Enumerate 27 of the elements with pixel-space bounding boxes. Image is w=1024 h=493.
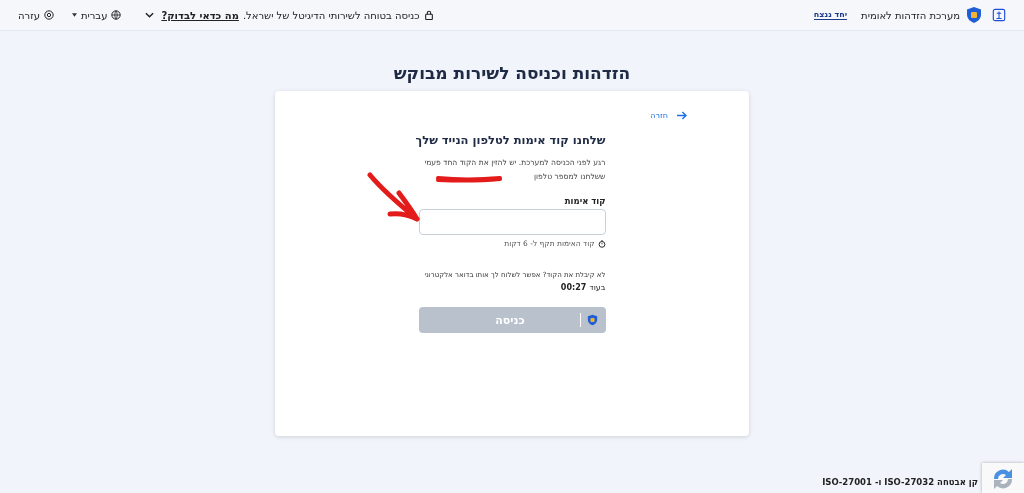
timer-icon: [597, 239, 606, 248]
emblem-icon: [992, 8, 1006, 22]
annotation-arrow: [367, 171, 423, 223]
arrow-right-icon[interactable]: [676, 111, 687, 120]
caret-icon[interactable]: [71, 13, 77, 17]
check-link[interactable]: מה כדאי לבדוק?: [161, 9, 239, 21]
help-icon: [43, 10, 54, 20]
back-link[interactable]: חזרה: [650, 111, 668, 120]
language-selector[interactable]: עברית: [80, 9, 108, 21]
countdown: 00:27: [560, 283, 587, 292]
page-title: הזדהות וכניסה לשירות מבוקש: [393, 63, 631, 83]
shield-icon: [586, 314, 598, 326]
card-title: שלחנו קוד אימות לטלפון הנייד שלך: [418, 132, 606, 148]
annotation-scribble: [435, 175, 503, 183]
lock-icon: [423, 10, 434, 20]
help-link[interactable]: עזרה: [18, 9, 40, 21]
brand-name: מערכת הזדהות לאומית: [861, 9, 960, 21]
certification-text: קן אבטחה ISO-27032 ו- ISO-27001: [822, 477, 978, 487]
shield-icon: [966, 6, 982, 24]
chevron-icon[interactable]: [145, 12, 155, 18]
globe-icon: [111, 10, 122, 20]
code-input[interactable]: [418, 209, 606, 235]
field-label: קוד אימות: [563, 196, 606, 206]
campaign-badge[interactable]: יחד ננצח: [813, 10, 848, 20]
recaptcha-icon[interactable]: [982, 463, 1024, 493]
countdown-label: בעוד: [589, 283, 606, 292]
secure-notice: כניסה בטוחה לשירותי הדיגיטל של ישראל.: [242, 9, 420, 21]
